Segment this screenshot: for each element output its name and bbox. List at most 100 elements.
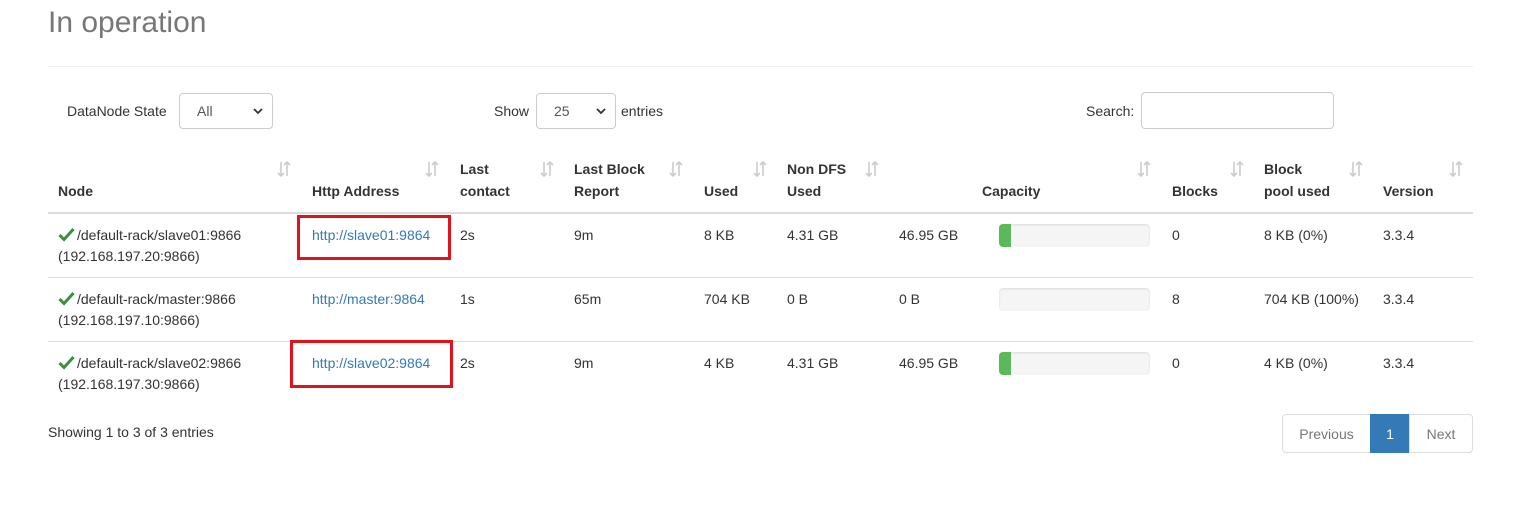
- column-header-line2: Capacity: [982, 183, 1041, 199]
- column-header-line1: [982, 158, 1040, 180]
- version: 3.3.4: [1383, 291, 1415, 307]
- block-pool-used: 4 KB (0%): [1264, 355, 1328, 371]
- sort-icon[interactable]: [1230, 161, 1244, 177]
- search-label: Search:: [1086, 103, 1135, 119]
- next-button[interactable]: Next: [1409, 414, 1473, 453]
- highlight-box: [290, 340, 453, 388]
- column-header-line1: [1383, 158, 1434, 180]
- previous-button[interactable]: Previous: [1282, 414, 1371, 453]
- non-dfs-used: 4.31 GB: [787, 355, 839, 371]
- capacity-bar-fill: [999, 352, 1012, 375]
- capacity-bar: [999, 352, 1150, 375]
- blocks: 0: [1172, 227, 1180, 243]
- column-header-capacity[interactable]: Capacity: [982, 158, 1040, 202]
- column-header-non-dfs-used[interactable]: Non DFS Used: [787, 158, 846, 202]
- table-info: Showing 1 to 3 of 3 entries: [48, 424, 214, 440]
- node-name: /default-rack/slave01:9866: [77, 227, 242, 243]
- version: 3.3.4: [1383, 227, 1415, 243]
- chevron-down-icon: [253, 108, 263, 115]
- capacity-bar: [999, 224, 1150, 247]
- used: 704 KB: [704, 291, 750, 307]
- title-divider: [48, 66, 1473, 67]
- column-header-line1: Block: [1264, 161, 1303, 177]
- block-pool-used: 704 KB (100%): [1264, 291, 1359, 307]
- header-divider: [48, 212, 1473, 214]
- used: 4 KB: [704, 355, 735, 371]
- sort-icon[interactable]: [669, 161, 683, 177]
- datanode-state-label: DataNode State: [67, 103, 167, 119]
- capacity: 46.95 GB: [899, 355, 959, 371]
- column-header-line1: Last: [460, 161, 489, 177]
- capacity-bar: [999, 288, 1150, 311]
- node-ip: (192.168.197.30:9866): [58, 376, 200, 392]
- check-icon: [58, 227, 75, 242]
- column-header-line2: pool used: [1264, 183, 1331, 199]
- row-divider: [48, 341, 1473, 342]
- sort-icon[interactable]: [865, 161, 879, 177]
- page-1-button[interactable]: 1: [1370, 414, 1410, 453]
- capacity: 46.95 GB: [899, 227, 959, 243]
- http-address-link[interactable]: http://master:9864: [312, 289, 425, 310]
- used: 8 KB: [704, 227, 735, 243]
- highlight-box: [297, 215, 451, 260]
- check-icon: [58, 291, 75, 306]
- column-header-line1: Non DFS: [787, 161, 847, 177]
- capacity: 0 B: [899, 291, 921, 307]
- page-length-select[interactable]: 25: [536, 93, 616, 129]
- page-title: In operation: [48, 6, 207, 39]
- node-ip: (192.168.197.20:9866): [58, 248, 200, 264]
- node-name: /default-rack/master:9866: [77, 291, 236, 307]
- column-header-line1: [704, 158, 738, 180]
- last-contact: 1s: [460, 291, 475, 307]
- column-header-line1: [1172, 158, 1218, 180]
- sort-icon[interactable]: [753, 161, 767, 177]
- last-contact: 2s: [460, 355, 475, 371]
- column-header-node[interactable]: Node: [58, 158, 93, 202]
- column-header-line1: [58, 158, 93, 180]
- block-pool-used: 8 KB (0%): [1264, 227, 1328, 243]
- chevron-down-icon: [596, 108, 606, 115]
- row-divider: [48, 277, 1473, 278]
- sort-icon[interactable]: [1349, 161, 1363, 177]
- capacity-bar-fill: [999, 224, 1012, 247]
- column-header-last-contact[interactable]: Last contact: [460, 158, 510, 202]
- blocks: 8: [1172, 291, 1180, 307]
- sort-icon[interactable]: [540, 161, 554, 177]
- sort-icon[interactable]: [425, 161, 439, 177]
- column-header-line2: Blocks: [1172, 183, 1218, 199]
- column-header-blocks[interactable]: Blocks: [1172, 158, 1218, 202]
- sort-icon[interactable]: [277, 161, 291, 177]
- column-header-block-pool-used[interactable]: Block pool used: [1264, 158, 1330, 202]
- entries-label: entries: [621, 103, 664, 119]
- datanode-state-value: All: [197, 103, 213, 119]
- page-length-value: 25: [554, 103, 570, 119]
- blocks: 0: [1172, 355, 1180, 371]
- column-header-http-address[interactable]: Http Address: [312, 158, 399, 202]
- sort-icon[interactable]: [1449, 161, 1463, 177]
- non-dfs-used: 4.31 GB: [787, 227, 839, 243]
- column-header-line2: Used: [704, 183, 739, 199]
- version: 3.3.4: [1383, 355, 1415, 371]
- datanode-state-select[interactable]: All: [179, 93, 273, 129]
- sort-icon[interactable]: [1137, 161, 1151, 177]
- column-header-line1: [312, 158, 399, 180]
- check-icon: [58, 355, 75, 370]
- column-header-line2: Used: [787, 183, 822, 199]
- column-header-used[interactable]: Used: [704, 158, 738, 202]
- node-ip: (192.168.197.10:9866): [58, 312, 200, 328]
- last-contact: 2s: [460, 227, 475, 243]
- last-block-report: 9m: [574, 355, 594, 371]
- last-block-report: 9m: [574, 227, 594, 243]
- column-header-version[interactable]: Version: [1383, 158, 1434, 202]
- column-header-last-block-report[interactable]: Last Block Report: [574, 158, 645, 202]
- show-label: Show: [494, 103, 530, 119]
- search-input[interactable]: [1141, 92, 1334, 129]
- column-header-line2: Report: [574, 183, 620, 199]
- column-header-line1: Last Block: [574, 161, 645, 177]
- node-name: /default-rack/slave02:9866: [77, 355, 242, 371]
- column-header-line2: Node: [58, 183, 93, 199]
- non-dfs-used: 0 B: [787, 291, 809, 307]
- column-header-line2: contact: [460, 183, 510, 199]
- last-block-report: 65m: [574, 291, 602, 307]
- column-header-line2: Version: [1383, 183, 1434, 199]
